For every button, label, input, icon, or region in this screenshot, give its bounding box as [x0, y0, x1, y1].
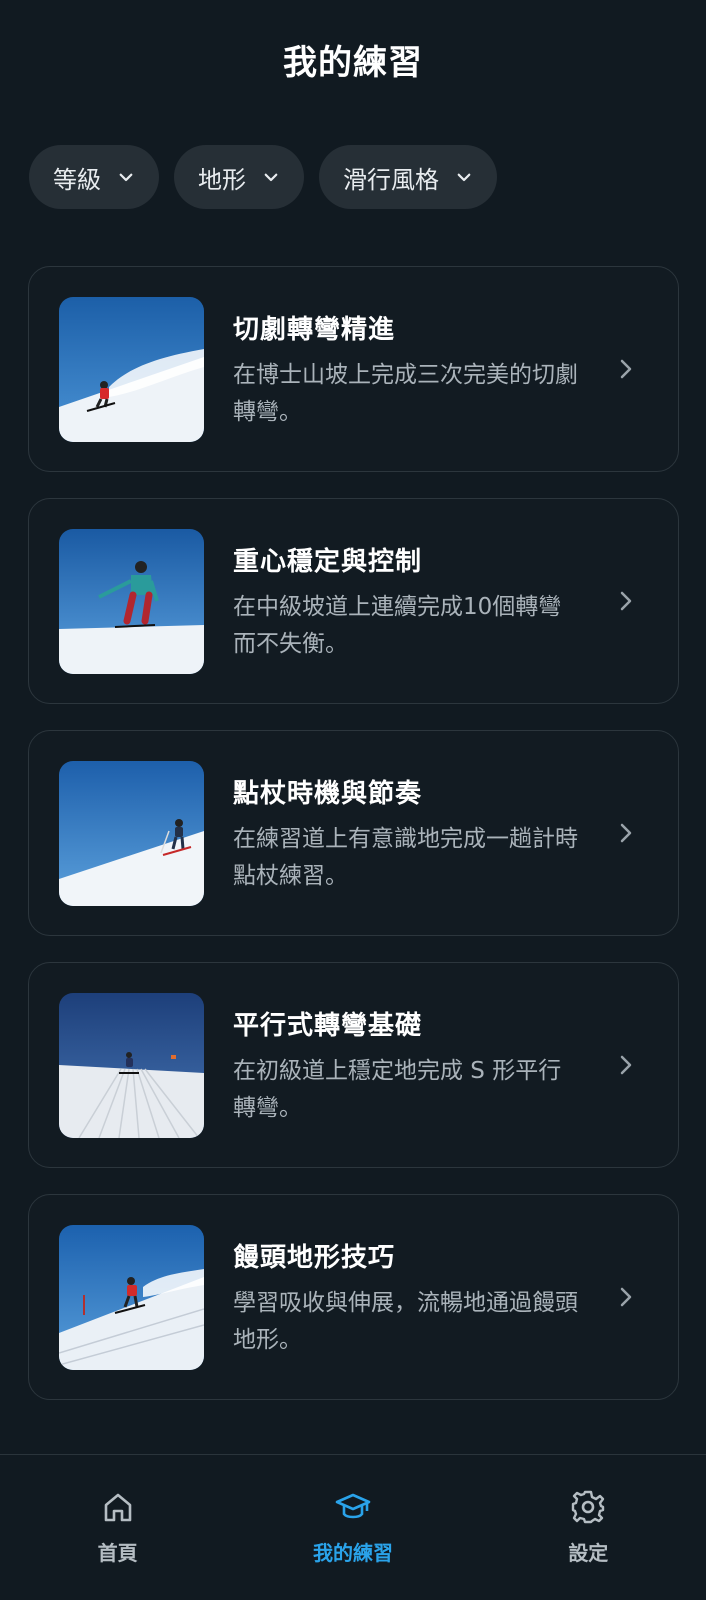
filter-label: 滑行風格 [343, 165, 439, 194]
tab-label: 首頁 [97, 1541, 138, 1565]
drill-description: 在中級坡道上連續完成10個轉彎而不失衡。 [233, 594, 562, 657]
header: 我的練習 [0, 0, 706, 118]
chevron-right-icon [620, 1055, 632, 1075]
filter-level[interactable]: 等級 [29, 145, 159, 209]
drill-description: 在博士山坡上完成三次完美的切劇轉彎。 [233, 362, 578, 425]
tab-label: 設定 [568, 1541, 609, 1565]
tab-my-drills[interactable]: 我的練習 [235, 1455, 470, 1600]
app-root: 我的練習 等級 地形 滑行風格 切劇轉彎精進 在博士山坡上完成三次完美的切劇轉彎… [0, 0, 706, 1600]
chevron-right-icon [620, 359, 632, 379]
bottom-tab-bar: 首頁 我的練習 設定 [0, 1454, 706, 1600]
drill-thumbnail [59, 1225, 204, 1370]
drill-title: 饅頭地形技巧 [233, 1243, 396, 1273]
drill-list: 切劇轉彎精進 在博士山坡上完成三次完美的切劇轉彎。 重心穩定與控制 在中級坡道上… [28, 266, 679, 1426]
filter-label: 地形 [198, 165, 246, 194]
chevron-right-icon [620, 823, 632, 843]
drill-title: 重心穩定與控制 [233, 547, 423, 577]
drill-card[interactable]: 饅頭地形技巧 學習吸收與伸展，流暢地通過饅頭地形。 [28, 1194, 679, 1400]
drill-description: 學習吸收與伸展，流暢地通過饅頭地形。 [233, 1290, 578, 1353]
drill-title: 點杖時機與節奏 [233, 779, 423, 809]
drill-description: 在練習道上有意識地完成一趟計時點杖練習。 [233, 826, 578, 889]
tab-label: 我的練習 [312, 1541, 393, 1565]
chevron-right-icon [620, 591, 632, 611]
filter-terrain[interactable]: 地形 [174, 145, 304, 209]
drill-thumbnail [59, 993, 204, 1138]
drill-card[interactable]: 重心穩定與控制 在中級坡道上連續完成10個轉彎而不失衡。 [28, 498, 679, 704]
gear-icon [572, 1490, 605, 1524]
filter-bar: 等級 地形 滑行風格 [29, 145, 497, 209]
drill-card[interactable]: 點杖時機與節奏 在練習道上有意識地完成一趟計時點杖練習。 [28, 730, 679, 936]
tab-home[interactable]: 首頁 [0, 1455, 235, 1600]
tab-settings[interactable]: 設定 [471, 1455, 706, 1600]
filter-label: 等級 [53, 165, 101, 194]
drill-description: 在初級道上穩定地完成 S 形平行轉彎。 [233, 1058, 562, 1121]
drill-thumbnail [59, 761, 204, 906]
home-icon [104, 1493, 131, 1522]
drill-thumbnail [59, 529, 204, 674]
drill-thumbnail [59, 297, 204, 442]
page-title: 我的練習 [283, 42, 423, 83]
graduation-cap-icon [335, 1493, 371, 1519]
drill-card[interactable]: 切劇轉彎精進 在博士山坡上完成三次完美的切劇轉彎。 [28, 266, 679, 472]
chevron-right-icon [620, 1287, 632, 1307]
filter-style[interactable]: 滑行風格 [319, 145, 497, 209]
chevron-down-icon [457, 173, 471, 182]
drill-title: 切劇轉彎精進 [233, 315, 396, 345]
drill-card[interactable]: 平行式轉彎基礎 在初級道上穩定地完成 S 形平行轉彎。 [28, 962, 679, 1168]
chevron-down-icon [119, 173, 133, 182]
drill-title: 平行式轉彎基礎 [233, 1011, 423, 1041]
chevron-down-icon [264, 173, 278, 182]
